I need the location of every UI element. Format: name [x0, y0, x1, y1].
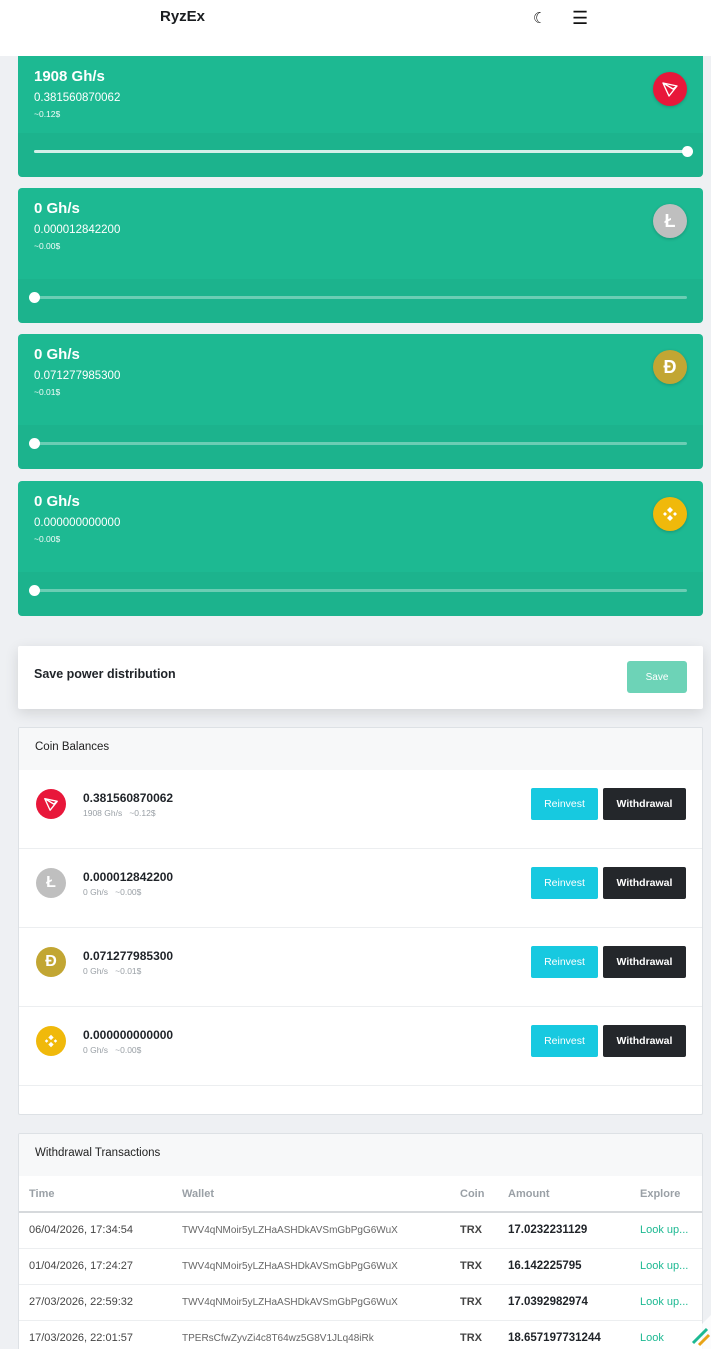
slider-handle[interactable]	[682, 146, 693, 157]
power-card-trx: 1908 Gh/s 0.381560870062 ~0.12$	[18, 56, 703, 177]
power-card-ltc: 0 Gh/s 0.000012842200 ~0.00$ Ł	[18, 188, 703, 323]
tx-time: 17/03/2026, 22:01:57	[19, 1320, 172, 1349]
column-time: Time	[19, 1176, 172, 1213]
save-distribution-label: Save power distribution	[34, 667, 176, 681]
tx-coin: TRX	[450, 1212, 498, 1249]
table-row: 17/03/2026, 22:01:57 TPERsCfwZyvZi4c8T64…	[19, 1320, 702, 1349]
transactions-table: Time Wallet Coin Amount Explore 06/04/20…	[19, 1176, 702, 1349]
tx-coin: TRX	[450, 1320, 498, 1349]
balance-amount: 0.000000000000	[83, 1028, 174, 1042]
tx-explore-link[interactable]: Look up...	[630, 1212, 702, 1249]
withdrawal-button[interactable]: Withdrawal	[603, 788, 686, 820]
balance-meta: 0 Gh/s ~0.01$	[83, 966, 142, 976]
power-card-bnb: 0 Gh/s 0.000000000000 ~0.00$	[18, 481, 703, 616]
power-amount: 0.381560870062	[34, 92, 121, 104]
tx-time: 27/03/2026, 22:59:32	[19, 1284, 172, 1321]
column-explore: Explore	[630, 1176, 702, 1213]
slider-handle[interactable]	[29, 292, 40, 303]
power-amount: 0.071277985300	[34, 370, 121, 382]
withdrawal-button[interactable]: Withdrawal	[603, 867, 686, 899]
power-slider[interactable]	[29, 585, 687, 596]
power-amount: 0.000000000000	[34, 517, 121, 529]
tx-coin: TRX	[450, 1284, 498, 1321]
tx-wallet: TWV4qNMoir5yLZHaASHDkAVSmGbPgG6WuX	[172, 1212, 450, 1249]
table-row: 27/03/2026, 22:59:32 TWV4qNMoir5yLZHaASH…	[19, 1284, 702, 1321]
watermark-logo	[667, 1305, 711, 1349]
balance-row-ltc: Ł 0.000012842200 0 Gh/s ~0.00$ Reinvest …	[19, 849, 702, 928]
moon-icon[interactable]: ☾	[533, 9, 546, 27]
tx-amount: 18.657197731244	[498, 1320, 630, 1349]
power-speed: 0 Gh/s	[34, 493, 80, 510]
save-distribution-panel: Save power distribution Save	[18, 646, 703, 709]
tx-explore-link[interactable]: Look up...	[630, 1248, 702, 1285]
table-row: 06/04/2026, 17:34:54 TWV4qNMoir5yLZHaASH…	[19, 1212, 702, 1249]
dogecoin-icon: Ð	[36, 947, 66, 977]
save-button[interactable]: Save	[627, 661, 687, 693]
power-card-doge: 0 Gh/s 0.071277985300 ~0.01$ Ð	[18, 334, 703, 469]
litecoin-icon: Ł	[36, 868, 66, 898]
balance-row-doge: Ð 0.071277985300 0 Gh/s ~0.01$ Reinvest …	[19, 928, 702, 1007]
slider-handle[interactable]	[29, 585, 40, 596]
column-wallet: Wallet	[172, 1176, 450, 1213]
litecoin-icon: Ł	[653, 204, 687, 238]
reinvest-button[interactable]: Reinvest	[531, 867, 598, 899]
power-usd: ~0.01$	[34, 387, 61, 397]
brand-name[interactable]: RyzEx	[160, 8, 205, 25]
slider-handle[interactable]	[29, 438, 40, 449]
menu-icon[interactable]: ☰	[572, 8, 588, 29]
balance-meta: 1908 Gh/s ~0.12$	[83, 808, 156, 818]
withdrawal-transactions-title: Withdrawal Transactions	[19, 1134, 702, 1176]
power-slider[interactable]	[29, 438, 687, 449]
tx-amount: 16.142225795	[498, 1248, 630, 1285]
power-amount: 0.000012842200	[34, 224, 121, 236]
coin-balances-title: Coin Balances	[19, 728, 702, 770]
binance-icon	[36, 1026, 66, 1056]
withdrawal-transactions-panel: Withdrawal Transactions Time Wallet Coin…	[18, 1133, 703, 1349]
table-row: 01/04/2026, 17:24:27 TWV4qNMoir5yLZHaASH…	[19, 1248, 702, 1285]
balance-amount: 0.000012842200	[83, 870, 174, 884]
reinvest-button[interactable]: Reinvest	[531, 1025, 598, 1057]
dogecoin-icon: Ð	[653, 350, 687, 384]
tx-time: 01/04/2026, 17:24:27	[19, 1248, 172, 1285]
tx-time: 06/04/2026, 17:34:54	[19, 1212, 172, 1249]
power-speed: 0 Gh/s	[34, 346, 80, 363]
tron-icon	[653, 72, 687, 106]
power-usd: ~0.00$	[34, 241, 61, 251]
withdrawal-button[interactable]: Withdrawal	[603, 1025, 686, 1057]
reinvest-button[interactable]: Reinvest	[531, 788, 598, 820]
balance-row-trx: 0.381560870062 1908 Gh/s ~0.12$ Reinvest…	[19, 770, 702, 849]
coin-balances-panel: Coin Balances 0.381560870062 1908 Gh/s ~…	[18, 727, 703, 1115]
balance-meta: 0 Gh/s ~0.00$	[83, 887, 142, 897]
balance-row-bnb: 0.000000000000 0 Gh/s ~0.00$ Reinvest Wi…	[19, 1007, 702, 1086]
table-header-row: Time Wallet Coin Amount Explore	[19, 1176, 702, 1213]
withdrawal-button[interactable]: Withdrawal	[603, 946, 686, 978]
tx-amount: 17.0232231129	[498, 1212, 630, 1249]
power-slider[interactable]	[34, 146, 693, 157]
tx-amount: 17.0392982974	[498, 1284, 630, 1321]
power-usd: ~0.00$	[34, 534, 61, 544]
power-speed: 0 Gh/s	[34, 200, 80, 217]
balance-meta: 0 Gh/s ~0.00$	[83, 1045, 142, 1055]
power-usd: ~0.12$	[34, 109, 61, 119]
reinvest-button[interactable]: Reinvest	[531, 946, 598, 978]
column-amount: Amount	[498, 1176, 630, 1213]
balance-amount: 0.381560870062	[83, 791, 174, 805]
balance-amount: 0.071277985300	[83, 949, 174, 963]
tx-wallet: TPERsCfwZyvZi4c8T64wz5G8V1JLq48iRk	[172, 1320, 450, 1349]
tx-wallet: TWV4qNMoir5yLZHaASHDkAVSmGbPgG6WuX	[172, 1284, 450, 1321]
column-coin: Coin	[450, 1176, 498, 1213]
tron-icon	[36, 789, 66, 819]
power-speed: 1908 Gh/s	[34, 68, 105, 85]
top-bar: RyzEx ☾ ☰	[0, 0, 711, 56]
tx-wallet: TWV4qNMoir5yLZHaASHDkAVSmGbPgG6WuX	[172, 1248, 450, 1285]
power-slider[interactable]	[29, 292, 687, 303]
binance-icon	[653, 497, 687, 531]
tx-coin: TRX	[450, 1248, 498, 1285]
